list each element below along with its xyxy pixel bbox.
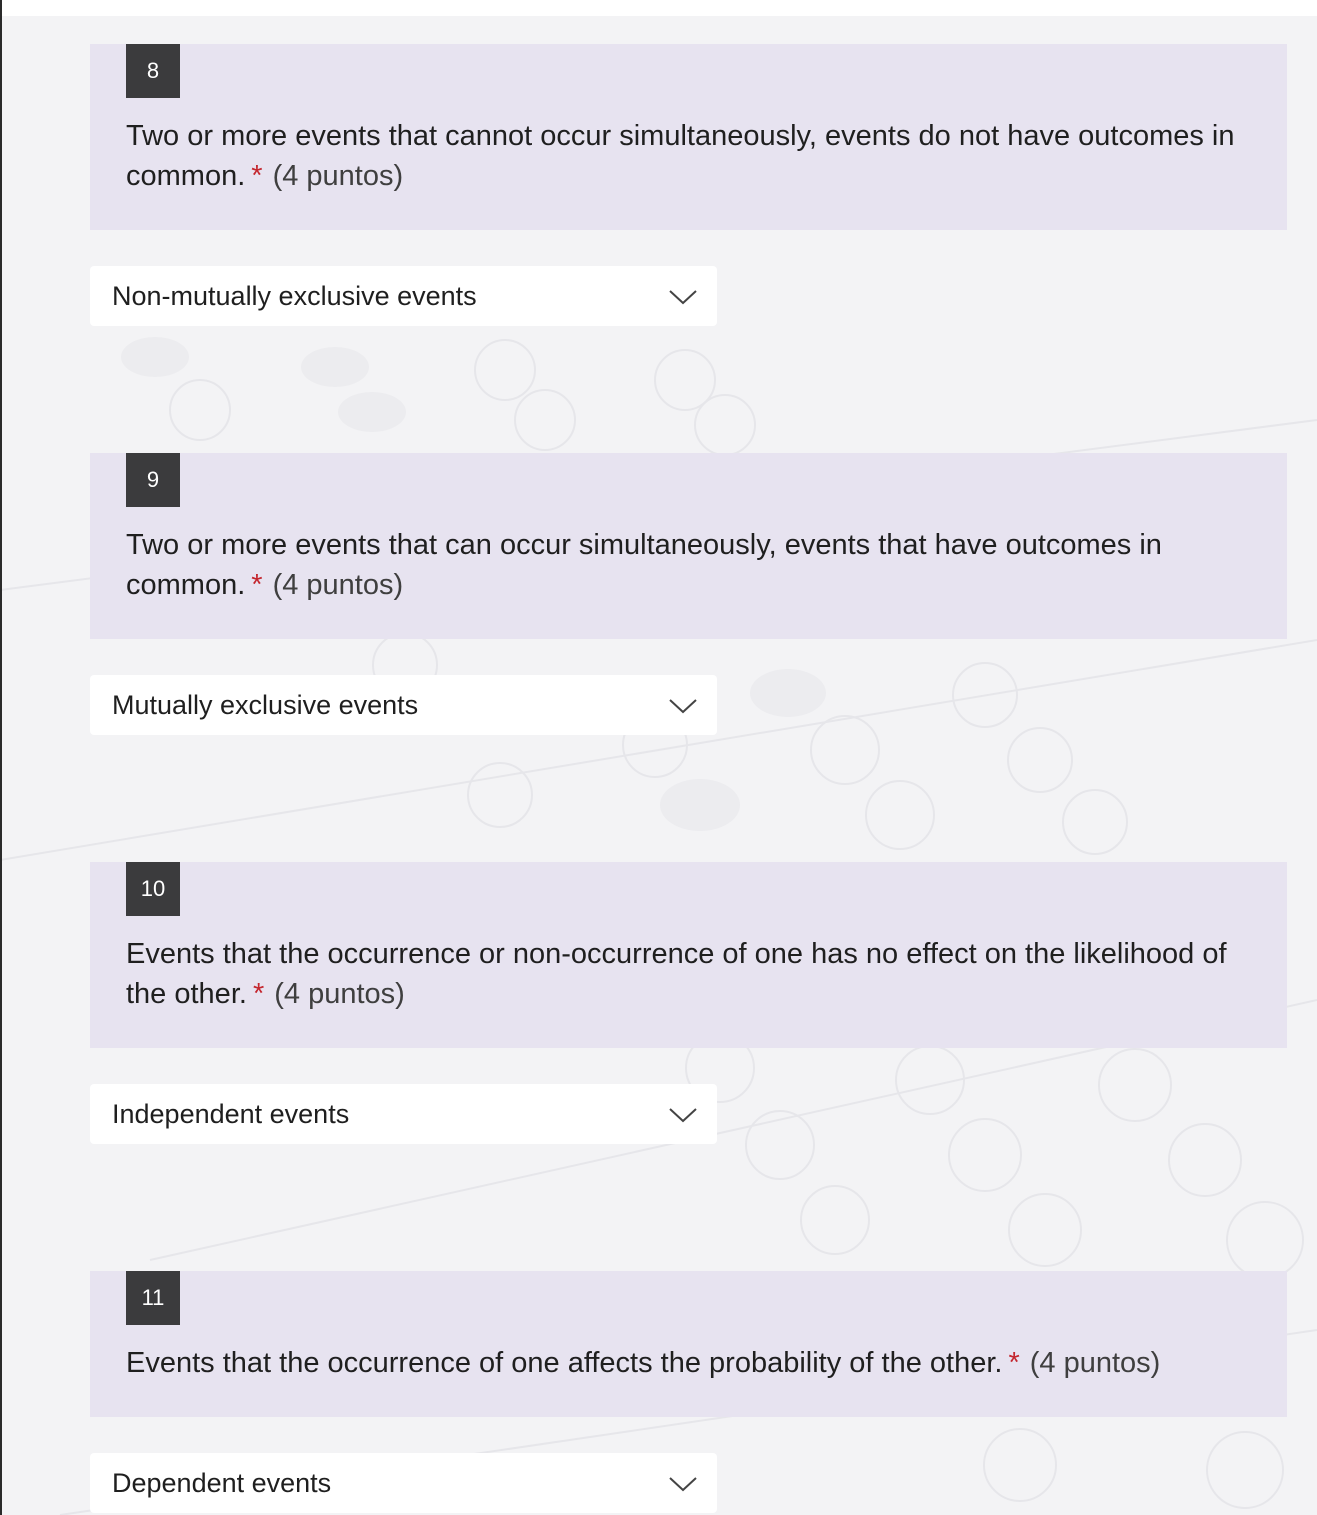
dropdown-selected-value: Non-mutually exclusive events [112,280,477,311]
left-border [0,0,2,1515]
dropdown-selected-value: Dependent events [112,1467,332,1498]
question-card-9: 9 Two or more events that can occur simu… [90,453,1287,639]
question-card-8: 8 Two or more events that cannot occur s… [90,44,1287,230]
required-asterisk: * [1008,1347,1020,1379]
required-asterisk: * [251,569,263,601]
answer-dropdown-10[interactable]: Independent events [90,1084,717,1144]
question-number-badge: 9 [126,453,180,507]
question-points: (4 puntos) [272,569,404,601]
question-card-11: 11 Events that the occurrence of one aff… [90,1271,1287,1417]
chevron-down-icon [669,1477,697,1492]
chevron-down-icon [669,290,697,305]
question-text: Events that the occurrence or non-occurr… [126,934,1256,1014]
required-asterisk: * [252,978,265,1010]
question-points: (4 puntos) [274,978,405,1010]
question-prompt: Events that the occurrence of one affect… [126,1347,1003,1379]
required-asterisk: * [251,160,263,192]
question-text: Two or more events that can occur simult… [126,525,1256,605]
answer-dropdown-8[interactable]: Non-mutually exclusive events [90,266,717,326]
chevron-down-icon [669,699,697,714]
question-number-badge: 10 [126,862,180,916]
question-points: (4 puntos) [1029,1347,1161,1379]
question-card-10: 10 Events that the occurrence or non-occ… [90,862,1287,1048]
question-number-badge: 11 [126,1271,180,1325]
form-page: 8 Two or more events that cannot occur s… [0,0,1317,1515]
dropdown-selected-value: Independent events [112,1098,350,1129]
dropdown-selected-value: Mutually exclusive events [112,689,419,720]
answer-dropdown-11[interactable]: Dependent events [90,1453,717,1513]
question-number-badge: 8 [126,44,180,98]
top-strip [0,0,1317,16]
chevron-down-icon [669,1108,697,1123]
question-text: Events that the occurrence of one affect… [126,1343,1256,1383]
answer-dropdown-9[interactable]: Mutually exclusive events [90,675,717,735]
question-text: Two or more events that cannot occur sim… [126,116,1256,196]
question-points: (4 puntos) [272,160,404,192]
